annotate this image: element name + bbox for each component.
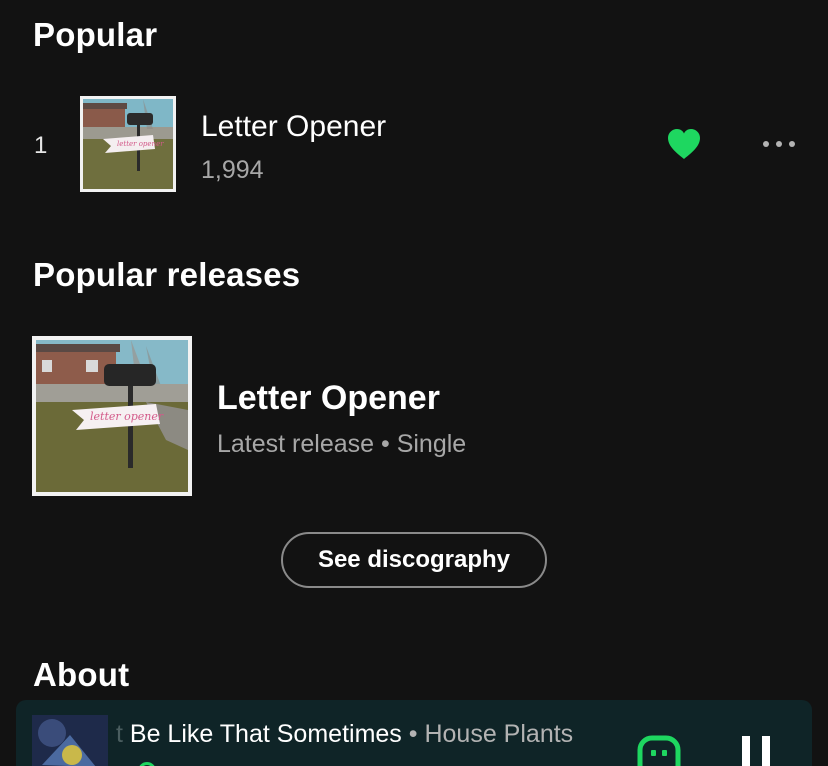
track-album-art: letter opener (80, 96, 176, 192)
now-playing-separator: • (408, 720, 418, 748)
popular-releases-heading: Popular releases (33, 256, 301, 293)
connect-device-icon[interactable] (634, 734, 684, 766)
artist-page: Popular 1 letter opener Letter Opener 1,… (0, 0, 828, 766)
previous-title-fragment: t (116, 720, 123, 748)
popular-heading: Popular (33, 16, 158, 53)
pause-icon[interactable] (738, 736, 774, 766)
now-playing-text: t Be Like That Sometimes • House Plants (116, 720, 573, 749)
svg-text:letter opener: letter opener (90, 410, 164, 423)
release-title[interactable]: Letter Opener (217, 379, 440, 418)
release-meta: Latest release • Single (217, 430, 467, 458)
svg-text:letter opener: letter opener (117, 140, 164, 148)
now-playing-art (32, 715, 108, 766)
mini-player[interactable]: t Be Like That Sometimes • House Plants (16, 700, 812, 766)
now-playing-song: Be Like That Sometimes (129, 720, 402, 748)
track-rank: 1 (34, 132, 48, 159)
now-playing-artist: House Plants (424, 720, 574, 748)
track-row[interactable]: 1 letter opener Letter Opener 1,994 (0, 90, 828, 200)
track-title: Letter Opener (201, 110, 387, 143)
track-play-count: 1,994 (201, 156, 264, 184)
heart-icon[interactable] (664, 126, 704, 162)
playback-indicator (138, 762, 156, 766)
release-album-art[interactable]: letter opener (32, 336, 192, 496)
about-heading: About (33, 656, 130, 693)
more-options-icon[interactable] (758, 130, 802, 158)
see-discography-button[interactable]: See discography (281, 532, 547, 588)
